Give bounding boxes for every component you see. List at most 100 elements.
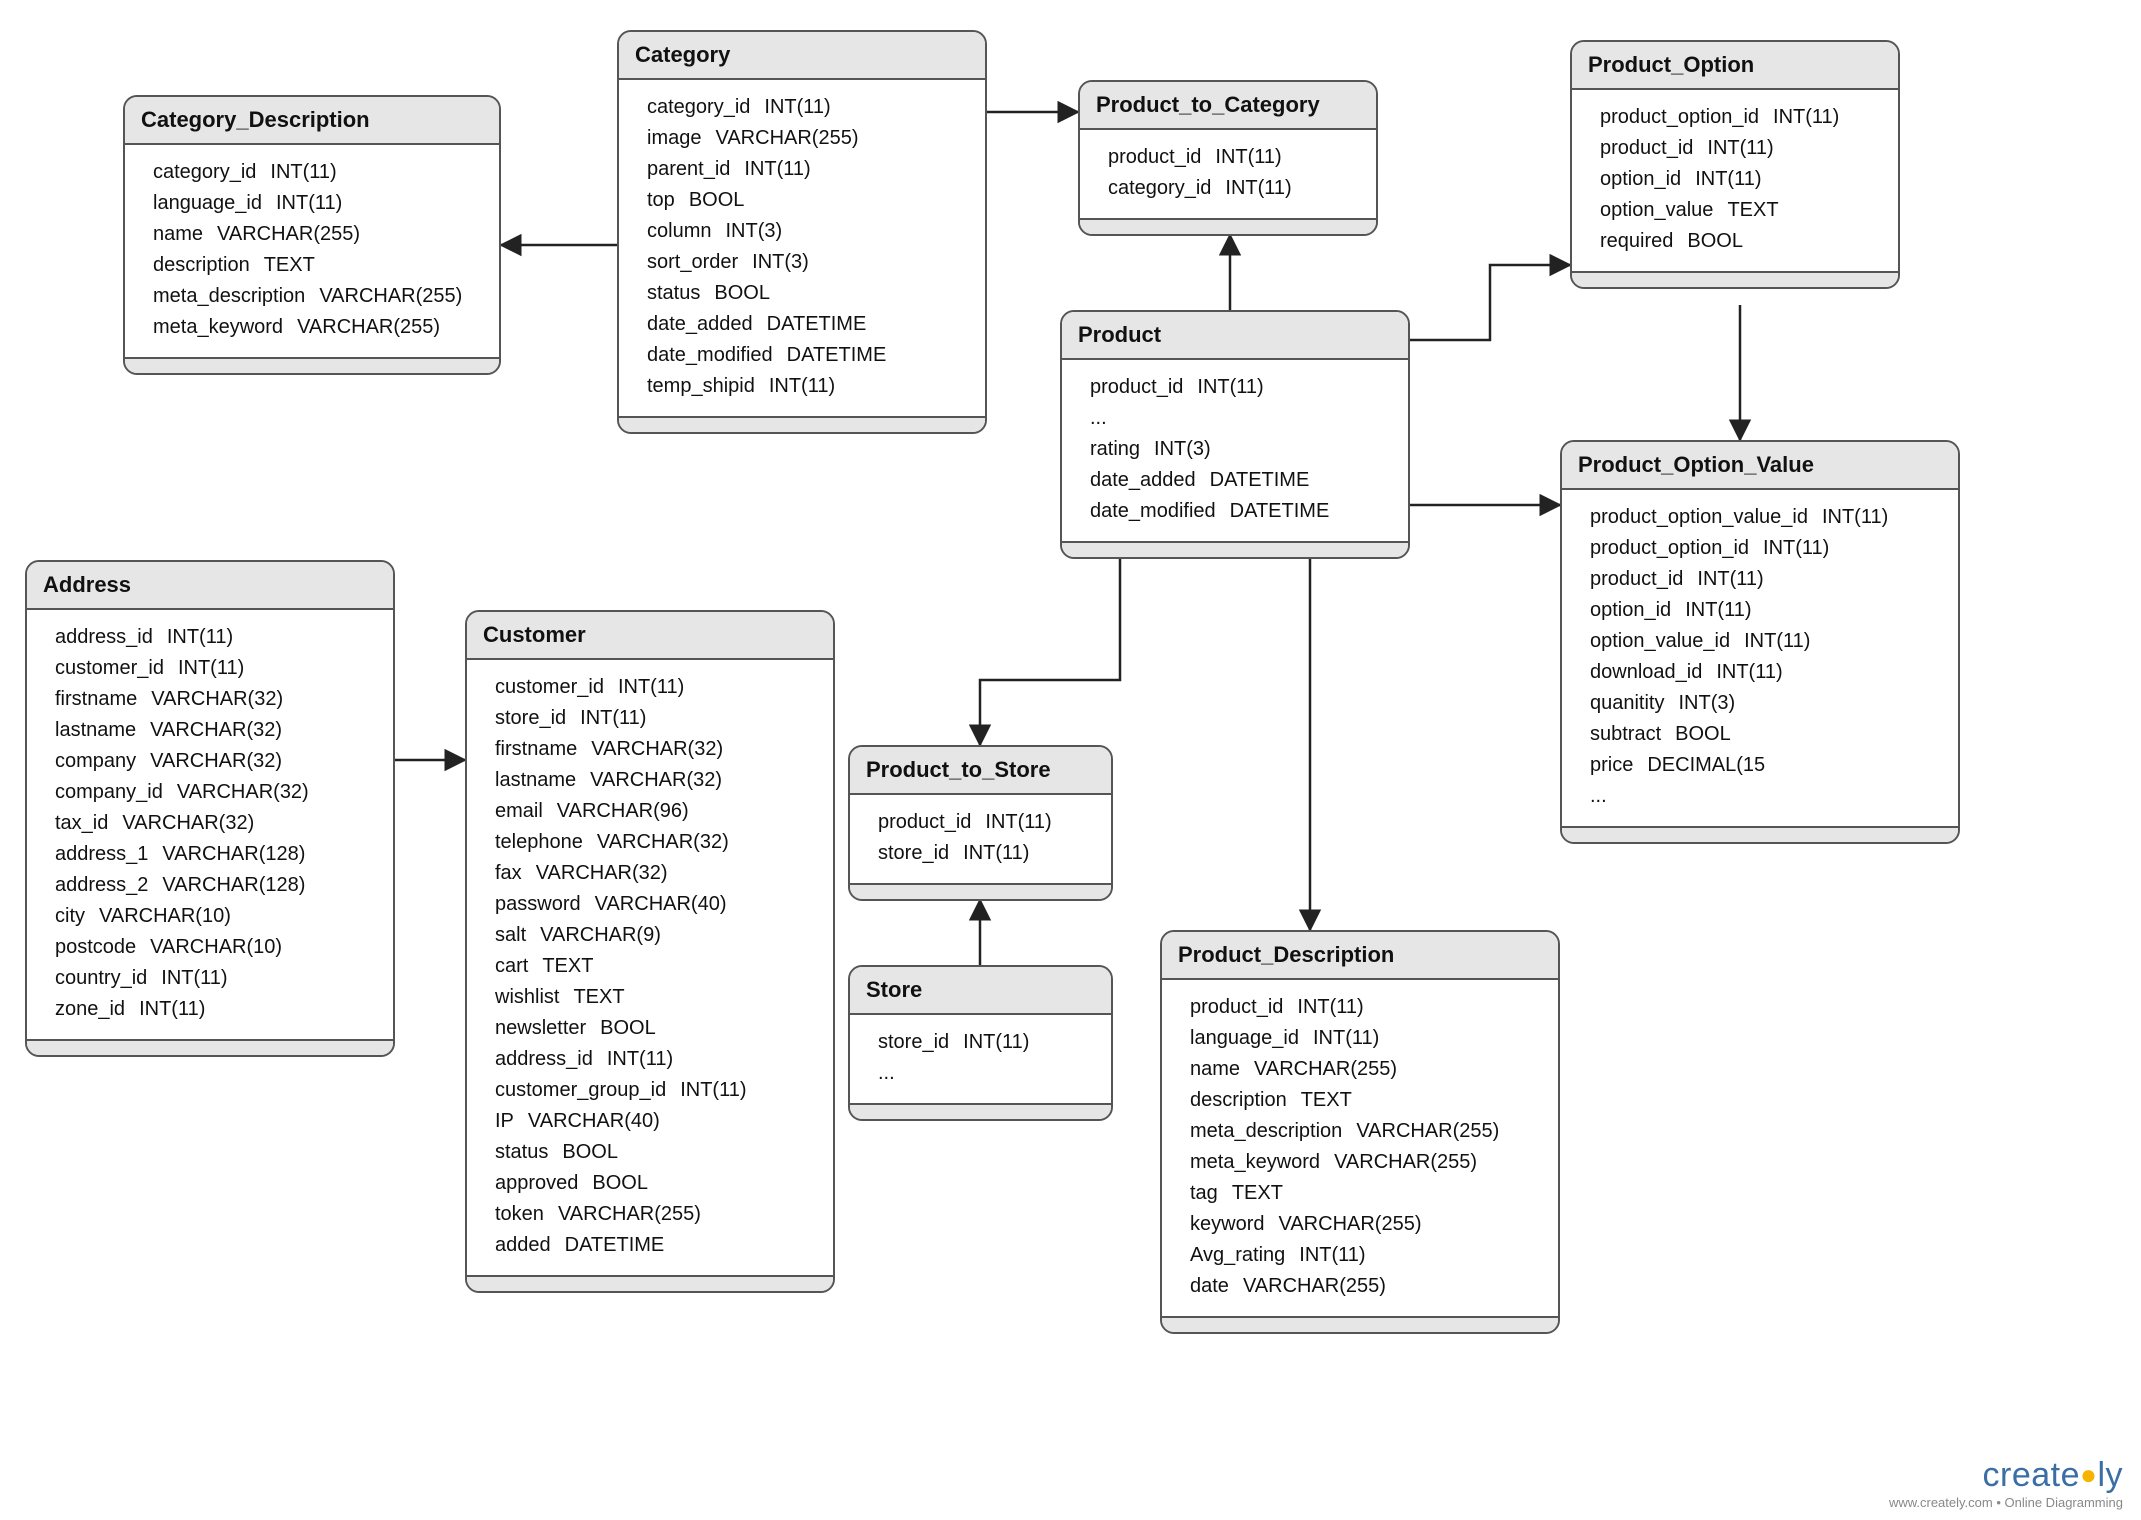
field-row: country_idINT(11) — [55, 963, 379, 994]
field-type: TEXT — [542, 951, 593, 982]
field-type: VARCHAR(32) — [151, 684, 283, 715]
entity-title: Product_to_Category — [1080, 82, 1376, 130]
field-row: address_idINT(11) — [495, 1044, 819, 1075]
field-name: tag — [1190, 1178, 1218, 1209]
field-type: INT(11) — [744, 154, 810, 185]
field-row: nameVARCHAR(255) — [153, 219, 485, 250]
field-type: INT(11) — [161, 963, 227, 994]
entity-title: Category_Description — [125, 97, 499, 145]
field-row: company_idVARCHAR(32) — [55, 777, 379, 808]
field-type: BOOL — [562, 1137, 618, 1168]
entity-title: Address — [27, 562, 393, 610]
field-row: category_idINT(11) — [153, 157, 485, 188]
field-row: subtractBOOL — [1590, 719, 1944, 750]
field-row: product_idINT(11) — [1090, 372, 1394, 403]
field-type: BOOL — [1687, 226, 1743, 257]
field-name: product_option_id — [1590, 533, 1749, 564]
entity-product_option[interactable]: Product_Optionproduct_option_idINT(11)pr… — [1570, 40, 1900, 289]
entity-footer — [1062, 541, 1408, 557]
entity-body: product_option_idINT(11)product_idINT(11… — [1572, 90, 1898, 271]
creately-watermark: create●ly www.creately.com • Online Diag… — [1889, 1456, 2123, 1510]
field-type: DATETIME — [1210, 465, 1310, 496]
field-name: wishlist — [495, 982, 559, 1013]
entity-category_description[interactable]: Category_Description category_idINT(11)la… — [123, 95, 501, 375]
field-row: meta_descriptionVARCHAR(255) — [1190, 1116, 1544, 1147]
field-type: INT(11) — [1313, 1023, 1379, 1054]
field-row: keywordVARCHAR(255) — [1190, 1209, 1544, 1240]
entity-body: customer_idINT(11)store_idINT(11)firstna… — [467, 660, 833, 1275]
entity-product_description[interactable]: Product_Descriptionproduct_idINT(11)lang… — [1160, 930, 1560, 1334]
field-row: download_idINT(11) — [1590, 657, 1944, 688]
field-type: VARCHAR(32) — [597, 827, 729, 858]
field-type: INT(11) — [1822, 502, 1888, 533]
field-name: rating — [1090, 434, 1140, 465]
field-name: ... — [1090, 403, 1107, 434]
field-row: nameVARCHAR(255) — [1190, 1054, 1544, 1085]
field-type: INT(11) — [963, 1027, 1029, 1058]
field-row: dateVARCHAR(255) — [1190, 1271, 1544, 1302]
field-name: product_id — [1590, 564, 1683, 595]
field-row: meta_descriptionVARCHAR(255) — [153, 281, 485, 312]
field-row: address_idINT(11) — [55, 622, 379, 653]
field-name: lastname — [495, 765, 576, 796]
field-row: Avg_ratingINT(11) — [1190, 1240, 1544, 1271]
field-type: VARCHAR(255) — [1356, 1116, 1499, 1147]
field-type: TEXT — [1301, 1085, 1352, 1116]
field-row: statusBOOL — [647, 278, 971, 309]
entity-product[interactable]: Productproduct_idINT(11)...ratingINT(3)d… — [1060, 310, 1410, 559]
field-type: VARCHAR(40) — [595, 889, 727, 920]
field-row: language_idINT(11) — [153, 188, 485, 219]
field-name: download_id — [1590, 657, 1702, 688]
brand-logo: create●ly — [1889, 1456, 2123, 1495]
field-type: DECIMAL(15 — [1647, 750, 1765, 781]
field-name: date_added — [647, 309, 753, 340]
field-name: zone_id — [55, 994, 125, 1025]
field-name: product_option_value_id — [1590, 502, 1808, 533]
field-type: INT(11) — [1197, 372, 1263, 403]
field-row: address_2VARCHAR(128) — [55, 870, 379, 901]
field-name: Avg_rating — [1190, 1240, 1285, 1271]
entity-title: Product — [1062, 312, 1408, 360]
field-type: INT(11) — [1697, 564, 1763, 595]
entity-footer — [467, 1275, 833, 1291]
entity-category[interactable]: Categorycategory_idINT(11)imageVARCHAR(2… — [617, 30, 987, 434]
field-name: product_id — [878, 807, 971, 838]
field-type: VARCHAR(96) — [557, 796, 689, 827]
field-row: option_valueTEXT — [1600, 195, 1884, 226]
field-name: company_id — [55, 777, 163, 808]
field-type: VARCHAR(9) — [540, 920, 661, 951]
entity-customer[interactable]: Customercustomer_idINT(11)store_idINT(11… — [465, 610, 835, 1293]
field-name: email — [495, 796, 543, 827]
field-row: tokenVARCHAR(255) — [495, 1199, 819, 1230]
field-row: date_modifiedDATETIME — [647, 340, 971, 371]
entity-footer — [1080, 218, 1376, 234]
field-row: category_idINT(11) — [1108, 173, 1362, 204]
field-row: tagTEXT — [1190, 1178, 1544, 1209]
entity-footer — [850, 883, 1111, 899]
field-name: tax_id — [55, 808, 108, 839]
entity-body: product_idINT(11)category_idINT(11) — [1080, 130, 1376, 218]
field-type: VARCHAR(255) — [319, 281, 462, 312]
field-type: INT(11) — [1695, 164, 1761, 195]
entity-product_to_store[interactable]: Product_to_Storeproduct_idINT(11)store_i… — [848, 745, 1113, 901]
entity-product_option_value[interactable]: Product_Option_Valueproduct_option_value… — [1560, 440, 1960, 844]
field-name: product_option_id — [1600, 102, 1759, 133]
field-type: VARCHAR(10) — [150, 932, 282, 963]
entity-store[interactable]: Storestore_idINT(11)... — [848, 965, 1113, 1121]
field-type: VARCHAR(32) — [122, 808, 254, 839]
brand-prefix: create — [1983, 1456, 2081, 1494]
field-row: product_idINT(11) — [1108, 142, 1362, 173]
field-type: VARCHAR(255) — [1254, 1054, 1397, 1085]
field-row: category_idINT(11) — [647, 92, 971, 123]
entity-footer — [850, 1103, 1111, 1119]
entity-footer — [1562, 826, 1958, 842]
field-name: image — [647, 123, 701, 154]
field-row: postcodeVARCHAR(10) — [55, 932, 379, 963]
field-row: store_idINT(11) — [878, 1027, 1097, 1058]
entity-address[interactable]: Addressaddress_idINT(11)customer_idINT(1… — [25, 560, 395, 1057]
field-type: INT(3) — [1154, 434, 1211, 465]
field-row: saltVARCHAR(9) — [495, 920, 819, 951]
field-type: INT(11) — [1225, 173, 1291, 204]
field-name: address_id — [55, 622, 153, 653]
entity-product_to_category[interactable]: Product_to_Categoryproduct_idINT(11)cate… — [1078, 80, 1378, 236]
